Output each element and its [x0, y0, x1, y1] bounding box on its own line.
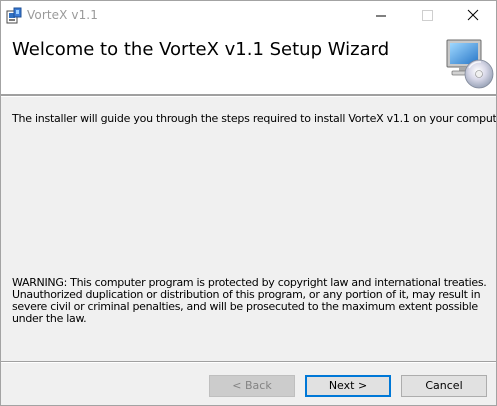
- maximize-button: [404, 1, 450, 30]
- window-title: VorteX v1.1: [27, 8, 98, 22]
- maximize-icon: [422, 10, 433, 21]
- setup-wizard-window: VorteX v1.1 Welcome to the VorteX v1.1 S…: [0, 0, 497, 406]
- wizard-header: Welcome to the VorteX v1.1 Setup Wizard: [1, 31, 496, 94]
- copyright-warning: WARNING: This computer program is protec…: [12, 276, 487, 325]
- intro-text: The installer will guide you through the…: [12, 112, 497, 125]
- close-icon: [467, 9, 479, 21]
- back-button: < Back: [209, 375, 295, 397]
- cancel-button[interactable]: Cancel: [401, 375, 487, 397]
- computer-cd-icon: [445, 38, 495, 90]
- page-title: Welcome to the VorteX v1.1 Setup Wizard: [12, 39, 390, 60]
- minimize-button[interactable]: [358, 1, 404, 30]
- next-button[interactable]: Next >: [305, 375, 391, 397]
- header-divider: [1, 94, 496, 97]
- installer-app-icon: [6, 7, 22, 24]
- close-button[interactable]: [450, 1, 496, 30]
- title-bar[interactable]: VorteX v1.1: [1, 1, 496, 31]
- footer-divider: [1, 361, 496, 363]
